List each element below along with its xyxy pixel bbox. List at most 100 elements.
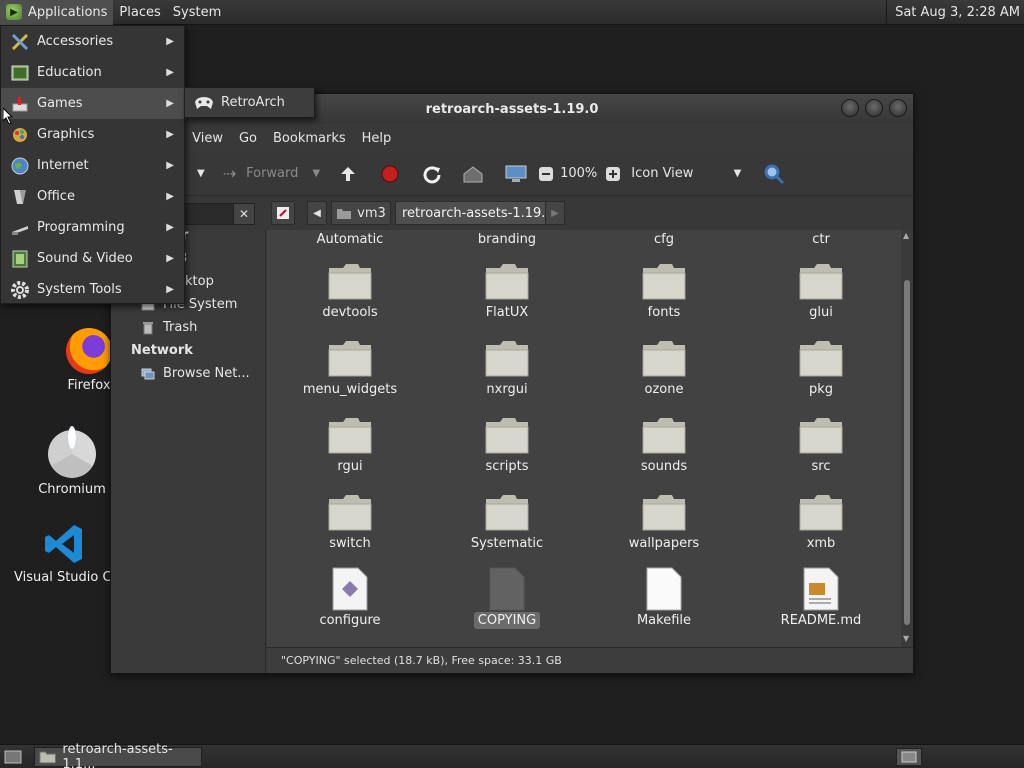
maximize-button[interactable] bbox=[865, 99, 883, 117]
menu-item-programming[interactable]: Programming ▶ bbox=[1, 212, 184, 243]
zoom-out-button[interactable] bbox=[538, 159, 554, 189]
close-button[interactable] bbox=[889, 99, 907, 117]
icon-view[interactable]: Automatic branding cfg ctr devtools FlatUX fon… bbox=[267, 230, 901, 647]
folder-icon bbox=[328, 416, 372, 454]
item-label: cfg bbox=[654, 232, 674, 247]
toolbar: ▼ ⇢ Forward ▼ 100% Icon View ▼ bbox=[111, 152, 913, 196]
folder-item-sounds[interactable]: sounds bbox=[589, 409, 739, 486]
menu-item-label: Office bbox=[37, 189, 75, 204]
item-label: Makefile bbox=[636, 613, 692, 628]
vertical-scrollbar[interactable]: ▲ ▼ bbox=[901, 230, 913, 647]
menu-item-label: Accessories bbox=[37, 34, 114, 49]
minimize-button[interactable] bbox=[841, 99, 859, 117]
folder-item-flatux[interactable]: FlatUX bbox=[432, 255, 582, 332]
folder-item-nxrgui[interactable]: nxrgui bbox=[432, 332, 582, 409]
workspace-switcher[interactable] bbox=[896, 748, 922, 766]
folder-item-scripts[interactable]: scripts bbox=[432, 409, 582, 486]
sidebar-item-browse-network[interactable]: Browse Net... bbox=[141, 366, 250, 381]
file-item-configure[interactable]: configure bbox=[275, 563, 425, 640]
edit-location-button[interactable] bbox=[271, 201, 295, 225]
reload-icon bbox=[423, 165, 441, 183]
show-desktop-button[interactable] bbox=[4, 749, 22, 768]
location-bar: ▼ ✕ ◀ vm3 retroarch-assets-1.19.0 ▶ bbox=[111, 196, 913, 230]
folder-item-pkg[interactable]: pkg bbox=[746, 332, 896, 409]
item-label: nxrgui bbox=[486, 382, 528, 397]
computer-button[interactable] bbox=[504, 159, 528, 189]
menu-item-graphics[interactable]: Graphics ▶ bbox=[1, 119, 184, 150]
folder-item-wallpapers[interactable]: wallpapers bbox=[589, 486, 739, 563]
folder-item-glui[interactable]: glui bbox=[746, 255, 896, 332]
folder-item-fonts[interactable]: fonts bbox=[589, 255, 739, 332]
folder-icon bbox=[799, 339, 843, 377]
zoom-in-button[interactable] bbox=[605, 159, 621, 189]
menu-item-education[interactable]: Education ▶ bbox=[1, 57, 184, 88]
search-button[interactable] bbox=[763, 159, 785, 189]
menu-help[interactable]: Help bbox=[354, 131, 400, 146]
submenu-item-retroarch[interactable]: RetroArch bbox=[185, 88, 314, 117]
sidebar-item-trash[interactable]: Trash bbox=[141, 320, 197, 335]
scroll-down-icon[interactable]: ▼ bbox=[903, 635, 911, 643]
stop-button[interactable] bbox=[380, 159, 400, 189]
file-item-readme-md[interactable]: README.md bbox=[746, 563, 896, 640]
folder-item-devtools[interactable]: devtools bbox=[275, 255, 425, 332]
menu-bookmarks[interactable]: Bookmarks bbox=[265, 131, 354, 146]
applications-menu-button[interactable]: ▶ Applications bbox=[0, 0, 114, 25]
forward-button[interactable]: ⇢ Forward bbox=[223, 159, 299, 189]
view-mode-dropdown-icon: ▼ bbox=[733, 168, 742, 179]
sidebar-item-desktop[interactable]: ktop bbox=[185, 274, 214, 289]
menu-item-system-tools[interactable]: System Tools ▶ bbox=[1, 274, 184, 305]
system-menu-button[interactable]: System bbox=[167, 0, 227, 25]
forward-dropdown-icon[interactable]: ▼ bbox=[312, 159, 320, 189]
file-item-makefile[interactable]: Makefile bbox=[589, 563, 739, 640]
reload-button[interactable] bbox=[422, 159, 442, 189]
view-mode-select[interactable]: Icon View ▼ bbox=[631, 159, 741, 189]
forward-label: Forward bbox=[246, 166, 299, 181]
menu-item-games[interactable]: Games ▶ bbox=[1, 88, 184, 119]
chevron-right-icon: ▶ bbox=[166, 129, 174, 140]
education-icon bbox=[9, 62, 31, 84]
folder-icon bbox=[485, 262, 529, 300]
item-label: switch bbox=[329, 536, 371, 551]
back-dropdown-icon[interactable]: ▼ bbox=[197, 159, 205, 189]
menu-item-office[interactable]: Office ▶ bbox=[1, 181, 184, 212]
clock[interactable]: Sat Aug 3, 2:28 AM bbox=[886, 0, 1020, 25]
crumb-current[interactable]: retroarch-assets-1.19.0 bbox=[395, 201, 561, 225]
close-sidebar-button[interactable]: ✕ bbox=[233, 203, 255, 225]
menu-item-label: System Tools bbox=[37, 282, 122, 297]
internet-globe-icon bbox=[9, 155, 31, 177]
script-file-icon bbox=[328, 567, 372, 611]
scroll-up-icon[interactable]: ▲ bbox=[903, 232, 911, 240]
menu-item-internet[interactable]: Internet ▶ bbox=[1, 150, 184, 181]
scrollbar-thumb[interactable] bbox=[904, 280, 910, 625]
folder-item-xmb[interactable]: xmb bbox=[746, 486, 896, 563]
folder-item-menu_widgets[interactable]: menu_widgets bbox=[275, 332, 425, 409]
folder-icon bbox=[642, 262, 686, 300]
menu-go[interactable]: Go bbox=[231, 131, 265, 146]
chevron-left-icon: ◀ bbox=[313, 207, 321, 219]
folder-item-rgui[interactable]: rgui bbox=[275, 409, 425, 486]
folder-item-ozone[interactable]: ozone bbox=[589, 332, 739, 409]
trash-icon bbox=[143, 321, 153, 334]
menu-view[interactable]: View bbox=[184, 131, 231, 146]
up-button[interactable] bbox=[338, 159, 358, 189]
menu-item-sound-video[interactable]: Sound & Video ▶ bbox=[1, 243, 184, 274]
places-menu-button[interactable]: Places bbox=[113, 0, 166, 25]
text-image-file-icon bbox=[799, 567, 843, 611]
folder-item-src[interactable]: src bbox=[746, 409, 896, 486]
item-label: COPYING bbox=[473, 612, 541, 629]
folder-item-systematic[interactable]: Systematic bbox=[432, 486, 582, 563]
path-left-button[interactable]: ◀ bbox=[307, 201, 327, 225]
menu-item-accessories[interactable]: Accessories ▶ bbox=[1, 26, 184, 57]
home-folder-icon bbox=[337, 209, 352, 219]
path-right-button[interactable]: ▶ bbox=[545, 201, 565, 225]
taskbar-item-file-manager[interactable]: retroarch-assets-1.1... bbox=[34, 742, 202, 768]
sidebar-item-label: Trash bbox=[163, 320, 198, 335]
crumb-vm3[interactable]: vm3 bbox=[331, 201, 391, 225]
folder-item-switch[interactable]: switch bbox=[275, 486, 425, 563]
desktop-icon-vscode[interactable]: Visual Studio Co bbox=[14, 522, 114, 585]
file-item-copying[interactable]: COPYING bbox=[432, 563, 582, 640]
blank-file-icon bbox=[642, 567, 686, 611]
item-label: rgui bbox=[337, 459, 363, 474]
home-button[interactable] bbox=[462, 159, 484, 189]
office-icon bbox=[9, 186, 31, 208]
